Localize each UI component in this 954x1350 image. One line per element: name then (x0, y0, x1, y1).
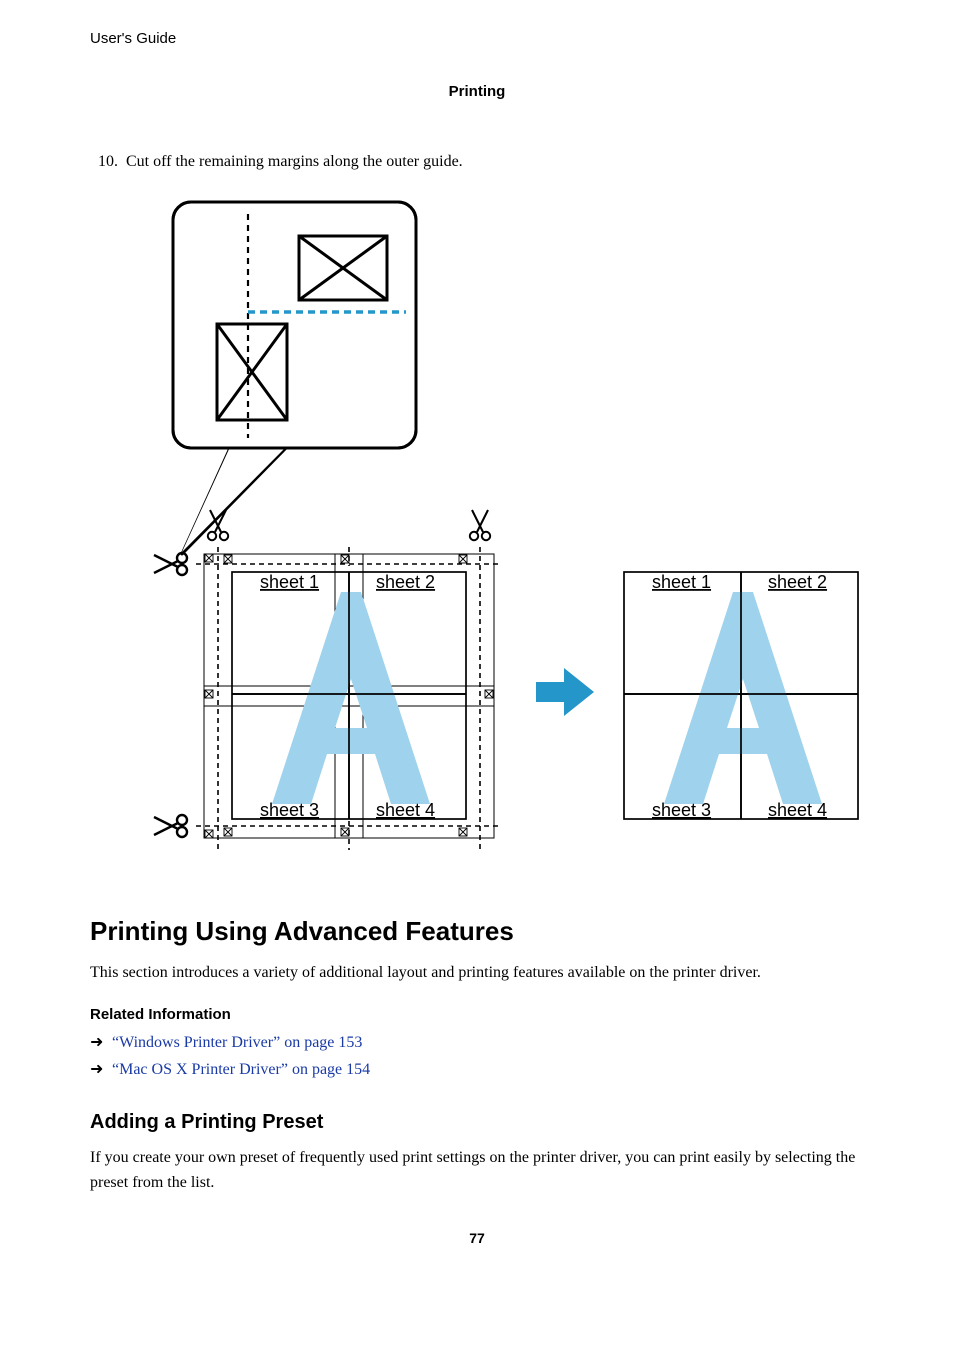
fig-sheet1-l: sheet 1 (260, 572, 319, 592)
step-text: Cut off the remaining margins along the … (126, 153, 463, 170)
related-information-list: ➜ “Windows Printer Driver” on page 153 ➜… (90, 1029, 864, 1083)
related-link-macosx[interactable]: “Mac OS X Printer Driver” on page 154 (112, 1061, 370, 1078)
fig-sheet3-r: sheet 3 (652, 800, 711, 820)
intro-paragraph: This section introduces a variety of add… (90, 961, 864, 986)
header-section: Printing (90, 83, 864, 100)
fig-sheet2-r: sheet 2 (768, 572, 827, 592)
page-number: 77 (90, 1230, 864, 1246)
step-line: 10. Cut off the remaining margins along t… (90, 150, 864, 174)
header-guide: User's Guide (90, 30, 864, 47)
arrow-icon: ➜ (90, 1029, 108, 1056)
related-information-heading: Related Information (90, 1006, 864, 1023)
arrow-icon: ➜ (90, 1056, 108, 1083)
figure-diagram: sheet 1 sheet 2 sheet 3 sheet 4 sheet 1 (90, 194, 864, 864)
heading-advanced-features: Printing Using Advanced Features (90, 916, 864, 947)
fig-sheet4-r: sheet 4 (768, 800, 827, 820)
fig-sheet2-l: sheet 2 (376, 572, 435, 592)
step-number: 10. (90, 150, 118, 174)
preset-paragraph: If you create your own preset of frequen… (90, 1146, 864, 1196)
heading-adding-preset: Adding a Printing Preset (90, 1111, 864, 1134)
related-item: ➜ “Windows Printer Driver” on page 153 (90, 1029, 864, 1056)
related-item: ➜ “Mac OS X Printer Driver” on page 154 (90, 1056, 864, 1083)
related-link-windows[interactable]: “Windows Printer Driver” on page 153 (112, 1034, 362, 1051)
fig-sheet1-r: sheet 1 (652, 572, 711, 592)
fig-sheet3-l: sheet 3 (260, 800, 319, 820)
fig-sheet4-l: sheet 4 (376, 800, 435, 820)
